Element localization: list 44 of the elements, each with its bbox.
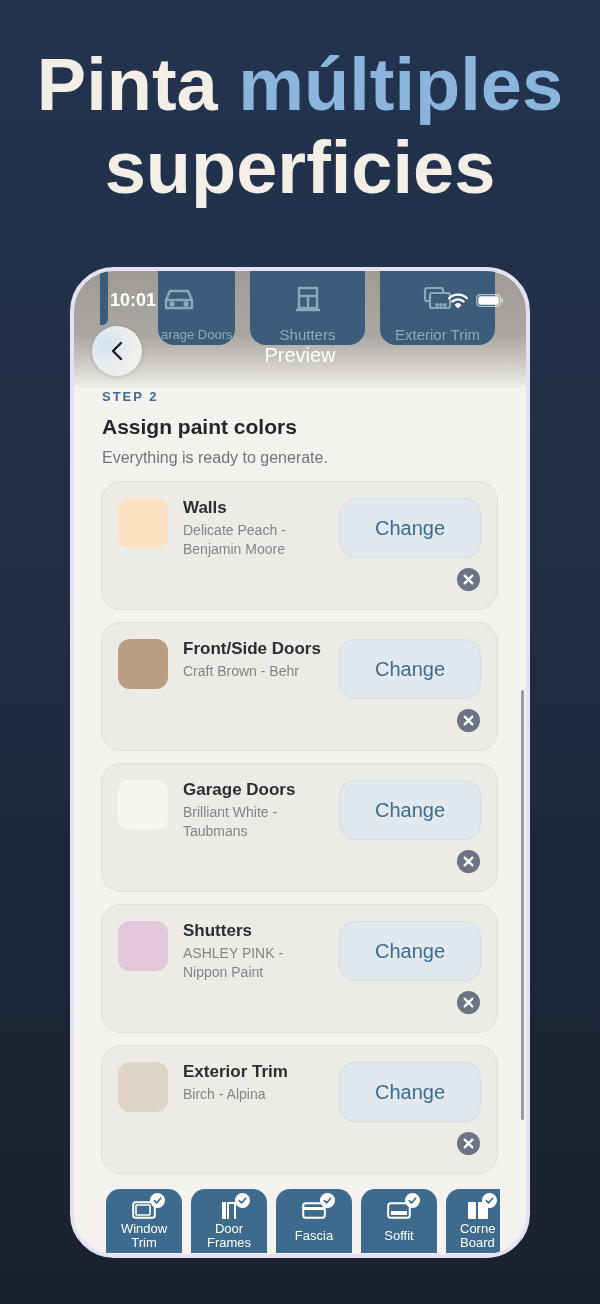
chevron-left-icon — [111, 341, 123, 361]
change-button[interactable]: Change — [339, 921, 481, 981]
close-icon[interactable] — [457, 1132, 480, 1155]
category-tile[interactable]: Exterior Trim — [380, 271, 495, 345]
close-icon[interactable] — [457, 850, 480, 873]
surface-name: Walls — [183, 498, 227, 518]
surface-tile[interactable]: Corne Board — [446, 1189, 500, 1253]
change-button[interactable]: Change — [339, 1062, 481, 1122]
category-tile[interactable]: Shutters — [250, 271, 365, 345]
category-tile[interactable]: arage Doors — [158, 271, 235, 345]
stacked-windows-icon — [421, 286, 454, 312]
surface-tile[interactable]: Soffit — [361, 1189, 437, 1253]
battery-icon — [476, 293, 504, 307]
paint-name: Craft Brown - Behr — [183, 662, 299, 681]
section-title: Assign paint colors — [102, 414, 297, 440]
surface-name: Garage Doors — [183, 780, 296, 800]
paint-name: Brilliant White - Taubmans — [183, 803, 279, 841]
paint-name: Delicate Peach - Benjamin Moore — [183, 521, 287, 559]
section-subtitle: Everything is ready to generate. — [102, 448, 328, 468]
tray-icon — [387, 1201, 411, 1219]
change-button[interactable]: Change — [339, 639, 481, 699]
paint-name: Birch - Alpina — [183, 1085, 266, 1104]
card-icon — [302, 1201, 326, 1219]
surface-tile[interactable]: Window Trim — [106, 1189, 182, 1253]
split-panel-icon — [466, 1201, 490, 1219]
status-time: 10:01 — [110, 290, 157, 310]
surface-tile[interactable]: Fascia — [276, 1189, 352, 1253]
headline: Pinta múltiples superficies — [35, 43, 565, 209]
surface-name: Exterior Trim — [183, 1062, 288, 1082]
wifi-icon — [448, 292, 468, 308]
change-button[interactable]: Change — [339, 780, 481, 840]
close-icon[interactable] — [457, 709, 480, 732]
close-icon[interactable] — [457, 991, 480, 1014]
category-tile[interactable] — [100, 271, 108, 325]
step-label: STEP 2 — [101, 389, 159, 405]
surface-name: Shutters — [183, 921, 252, 941]
back-button[interactable] — [92, 326, 142, 376]
surface-name: Front/Side Doors — [183, 639, 321, 659]
close-icon[interactable] — [457, 568, 480, 591]
change-button[interactable]: Change — [339, 498, 481, 558]
frame-icon — [132, 1201, 156, 1219]
paint-name: ASHLEY PINK - Nippon Paint — [183, 944, 285, 982]
screen-title: Preview — [264, 343, 336, 367]
surface-tile[interactable]: Door Frames — [191, 1189, 267, 1253]
